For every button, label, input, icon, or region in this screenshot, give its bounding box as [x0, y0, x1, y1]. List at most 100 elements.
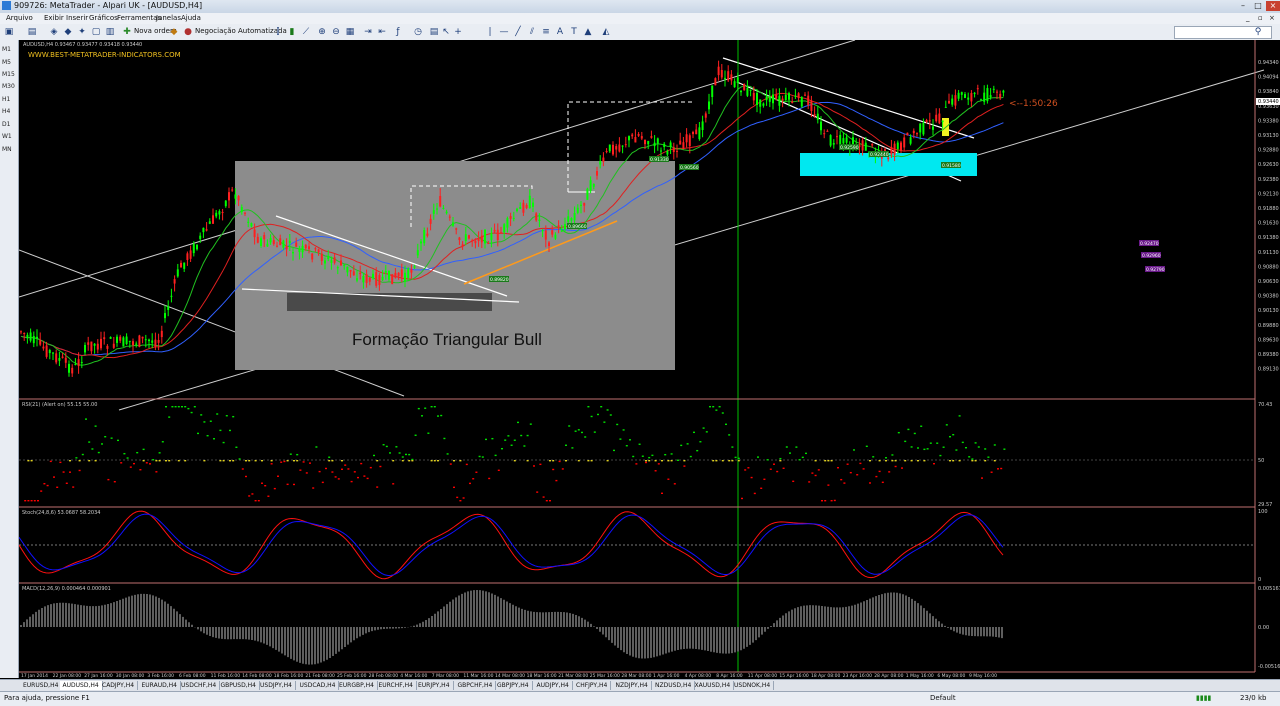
label-icon[interactable]: T	[568, 26, 580, 38]
rsi-point	[126, 457, 129, 459]
symbol-tab[interactable]: AUDJPY,H4	[534, 681, 573, 690]
search-icon[interactable]: ⚲	[1252, 26, 1264, 38]
wedge-upper-line[interactable]	[722, 57, 975, 139]
timeframe-h4[interactable]: H4	[2, 108, 10, 115]
timeframe-w1[interactable]: W1	[2, 133, 12, 140]
candle-body	[935, 114, 938, 122]
menu-item-insert[interactable]: Inserir	[66, 14, 88, 22]
candle-body	[36, 336, 38, 339]
zoom-out-icon[interactable]: ⊖	[330, 26, 342, 38]
timeframe-mn[interactable]: MN	[2, 146, 12, 153]
symbol-tab[interactable]: EURGBP,H4	[336, 681, 378, 690]
channel-icon[interactable]: ⫽	[526, 26, 538, 38]
candle-body	[749, 89, 752, 91]
chart-shift-icon[interactable]: ⇤	[376, 26, 388, 38]
menu-item-view[interactable]: Exibir	[44, 14, 64, 22]
menu-item-charts[interactable]: Gráficos	[89, 14, 118, 22]
trendline-icon[interactable]: ╱	[512, 26, 524, 38]
crosshair-icon[interactable]: +	[452, 26, 464, 38]
cursor-icon[interactable]: ↖	[440, 26, 452, 38]
shapes-icon[interactable]: ◭	[600, 26, 612, 38]
new-order-icon[interactable]: ✚	[121, 26, 133, 38]
price-tick-label: 0.91380	[1258, 235, 1279, 241]
symbol-tab[interactable]: USDNOK,H4	[731, 681, 775, 690]
timeframe-m30[interactable]: M30	[2, 83, 15, 90]
maximize-icon[interactable]: □	[1251, 1, 1265, 11]
timeframe-m15[interactable]: M15	[2, 71, 15, 78]
zoom-in-icon[interactable]: ⊕	[316, 26, 328, 38]
symbol-tab[interactable]: USDCAD,H4	[297, 681, 340, 690]
timeframe-h1[interactable]: H1	[2, 96, 10, 103]
candle-body	[794, 95, 797, 97]
rsi-point	[920, 425, 923, 427]
market-watch-icon[interactable]: ◈	[48, 26, 60, 38]
periods-icon[interactable]: ◷	[412, 26, 424, 38]
autoscroll-icon[interactable]: ⇥	[362, 26, 374, 38]
rsi-point	[862, 468, 865, 470]
terminal-icon[interactable]: ▢	[90, 26, 102, 38]
symbol-tab[interactable]: USDCHF,H4	[178, 681, 221, 690]
symbol-tab[interactable]: EURCHF,H4	[376, 681, 417, 690]
close-icon[interactable]: ×	[1266, 1, 1280, 11]
profiles-icon[interactable]: ▤	[26, 26, 38, 38]
data-window-icon[interactable]: ◆	[62, 26, 74, 38]
rsi-point	[373, 454, 375, 457]
candle-body	[90, 341, 93, 352]
menu-item-window[interactable]: Janelas	[156, 14, 181, 22]
timeframe-m5[interactable]: M5	[2, 59, 11, 66]
rsi-point	[766, 459, 769, 461]
rsi-point	[593, 431, 596, 433]
symbol-tab[interactable]: GBPJPY,H4	[494, 681, 533, 690]
strategy-tester-icon[interactable]: ▥	[104, 26, 116, 38]
new-chart-icon[interactable]: ▣	[3, 26, 15, 38]
candle-body	[676, 150, 678, 152]
symbol-tab[interactable]: EURUSD,H4	[20, 681, 63, 690]
candle-body	[423, 230, 426, 244]
fibonacci-icon[interactable]: ≡	[540, 26, 552, 38]
chart-canvas[interactable]: Formação Triangular Bull AUDUSD,H4 0.934…	[19, 40, 1280, 678]
candle-body	[634, 136, 637, 143]
timeframe-m1[interactable]: M1	[2, 46, 11, 53]
mdi-close-icon[interactable]: ×	[1269, 14, 1275, 22]
mdi-minimize-icon[interactable]: _	[1246, 14, 1250, 22]
line-chart-icon[interactable]: ⟋	[300, 26, 312, 38]
arrow-icon[interactable]: ▲	[582, 26, 594, 38]
menu-item-help[interactable]: Ajuda	[181, 14, 201, 22]
symbol-tab[interactable]: CHFJPY,H4	[573, 681, 612, 690]
horizontal-line-icon[interactable]: —	[498, 26, 510, 38]
symbol-tab[interactable]: EURJPY,H4	[415, 681, 454, 690]
tile-windows-icon[interactable]: ▦	[344, 26, 356, 38]
symbol-tab[interactable]: NZDUSD,H4	[652, 681, 696, 690]
vertical-line-icon[interactable]: |	[484, 26, 496, 38]
chart-window[interactable]: Formação Triangular Bull AUDUSD,H4 0.934…	[19, 40, 1280, 678]
symbol-tab[interactable]: GBPCHF,H4	[455, 681, 497, 690]
templates-icon[interactable]: ▤	[428, 26, 440, 38]
mdi-restore-icon[interactable]: ▫	[1258, 14, 1263, 22]
meta-editor-icon[interactable]: ◆	[168, 26, 180, 38]
indicators-icon[interactable]: ƒ	[392, 26, 404, 38]
menu-item-file[interactable]: Arquivo	[6, 14, 33, 22]
candle-body	[359, 272, 362, 275]
navigator-icon[interactable]: ✦	[76, 26, 88, 38]
rsi-point	[977, 446, 980, 448]
candlestick-icon[interactable]: ▮	[286, 26, 298, 38]
symbol-tab[interactable]: XAUUSD,H4	[692, 681, 735, 690]
symbol-tab[interactable]: EURAUD,H4	[139, 681, 181, 690]
rsi-level-point	[667, 460, 670, 462]
timeframe-d1[interactable]: D1	[2, 121, 10, 128]
symbol-tab[interactable]: USDJPY,H4	[257, 681, 296, 690]
symbol-tab[interactable]: AUDUSD,H4	[59, 681, 103, 690]
symbol-tab[interactable]: GBPUSD,H4	[218, 681, 260, 690]
menu-item-tools[interactable]: Ferramentas	[117, 14, 161, 22]
candle-body	[669, 142, 672, 148]
symbol-tab[interactable]: NZDJPY,H4	[613, 681, 652, 690]
candle-body	[570, 218, 573, 221]
bar-chart-icon[interactable]: ⫿	[272, 26, 284, 38]
candle-body	[381, 276, 384, 281]
minimize-icon[interactable]: –	[1236, 1, 1250, 11]
symbol-tab[interactable]: CADJPY,H4	[99, 681, 139, 690]
auto-trading-icon[interactable]: ●	[182, 26, 194, 38]
candle-body	[765, 96, 768, 101]
rsi-point	[472, 478, 475, 480]
text-icon[interactable]: A	[554, 26, 566, 38]
